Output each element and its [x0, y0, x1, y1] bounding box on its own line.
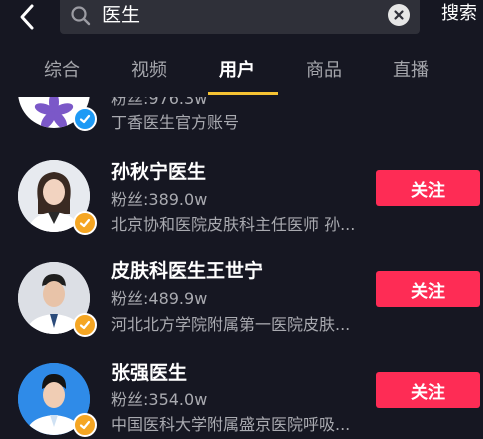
- follow-button[interactable]: 关注: [376, 170, 480, 206]
- check-icon: [79, 114, 91, 124]
- follower-count: 粉丝:389.0w: [111, 190, 208, 209]
- top-bar: 医生 搜索: [0, 0, 483, 44]
- user-row[interactable]: 皮肤科医生王世宁 粉丝:489.9w 河北北方学院附属第一医院皮肤... 关注: [0, 255, 483, 355]
- user-name[interactable]: 张强医生: [111, 361, 187, 385]
- tab-products[interactable]: 商品: [306, 59, 342, 83]
- verified-badge: [73, 413, 97, 437]
- verified-badge: [73, 107, 97, 131]
- tab-live[interactable]: 直播: [393, 59, 429, 83]
- back-button[interactable]: [10, 0, 44, 34]
- tab-users[interactable]: 用户: [219, 59, 255, 83]
- search-results-screen: 医生 搜索 综合 视频 用户 商品 直播 粉丝:976.3w 丁香医生官方账号 …: [0, 0, 483, 439]
- user-description: 中国医科大学附属盛京医院呼吸...: [111, 415, 351, 434]
- user-description: 河北北方学院附属第一医院皮肤...: [111, 315, 351, 334]
- search-icon: [71, 6, 91, 26]
- follow-button[interactable]: 关注: [376, 372, 480, 408]
- tab-videos[interactable]: 视频: [131, 59, 167, 83]
- user-description: 北京协和医院皮肤科主任医师 孙...: [111, 215, 356, 234]
- follow-button[interactable]: 关注: [376, 271, 480, 307]
- check-icon: [79, 420, 91, 430]
- check-icon: [79, 320, 91, 330]
- verified-badge: [73, 313, 97, 337]
- result-tabs: 综合 视频 用户 商品 直播: [0, 55, 483, 97]
- clear-search-button[interactable]: [388, 4, 410, 26]
- search-submit-button[interactable]: 搜索: [441, 2, 477, 26]
- close-icon: [394, 10, 404, 20]
- user-name[interactable]: 皮肤科医生王世宁: [111, 259, 263, 283]
- user-description: 丁香医生官方账号: [111, 113, 240, 132]
- user-row[interactable]: 粉丝:976.3w 丁香医生官方账号: [0, 97, 483, 143]
- follower-count: 粉丝:489.9w: [111, 289, 208, 308]
- follower-count: 粉丝:354.0w: [111, 390, 208, 409]
- follow-button-label: 关注: [411, 180, 445, 201]
- back-arrow-icon: [20, 4, 34, 30]
- verified-badge: [73, 211, 97, 235]
- user-row[interactable]: 孙秋宁医生 粉丝:389.0w 北京协和医院皮肤科主任医师 孙... 关注: [0, 155, 483, 255]
- check-icon: [79, 218, 91, 228]
- follower-count: 粉丝:976.3w: [111, 97, 208, 108]
- tab-comprehensive[interactable]: 综合: [44, 59, 80, 83]
- search-input[interactable]: 医生: [102, 3, 140, 27]
- user-name[interactable]: 孙秋宁医生: [111, 160, 206, 184]
- follow-button-label: 关注: [411, 382, 445, 403]
- active-tab-indicator: [208, 92, 278, 95]
- follow-button-label: 关注: [411, 281, 445, 302]
- search-box[interactable]: 医生: [60, 0, 420, 34]
- user-row[interactable]: 张强医生 粉丝:354.0w 中国医科大学附属盛京医院呼吸... 关注: [0, 355, 483, 439]
- user-results-list: 粉丝:976.3w 丁香医生官方账号 孙秋宁医生 粉丝:389.0w 北京协和医…: [0, 97, 483, 439]
